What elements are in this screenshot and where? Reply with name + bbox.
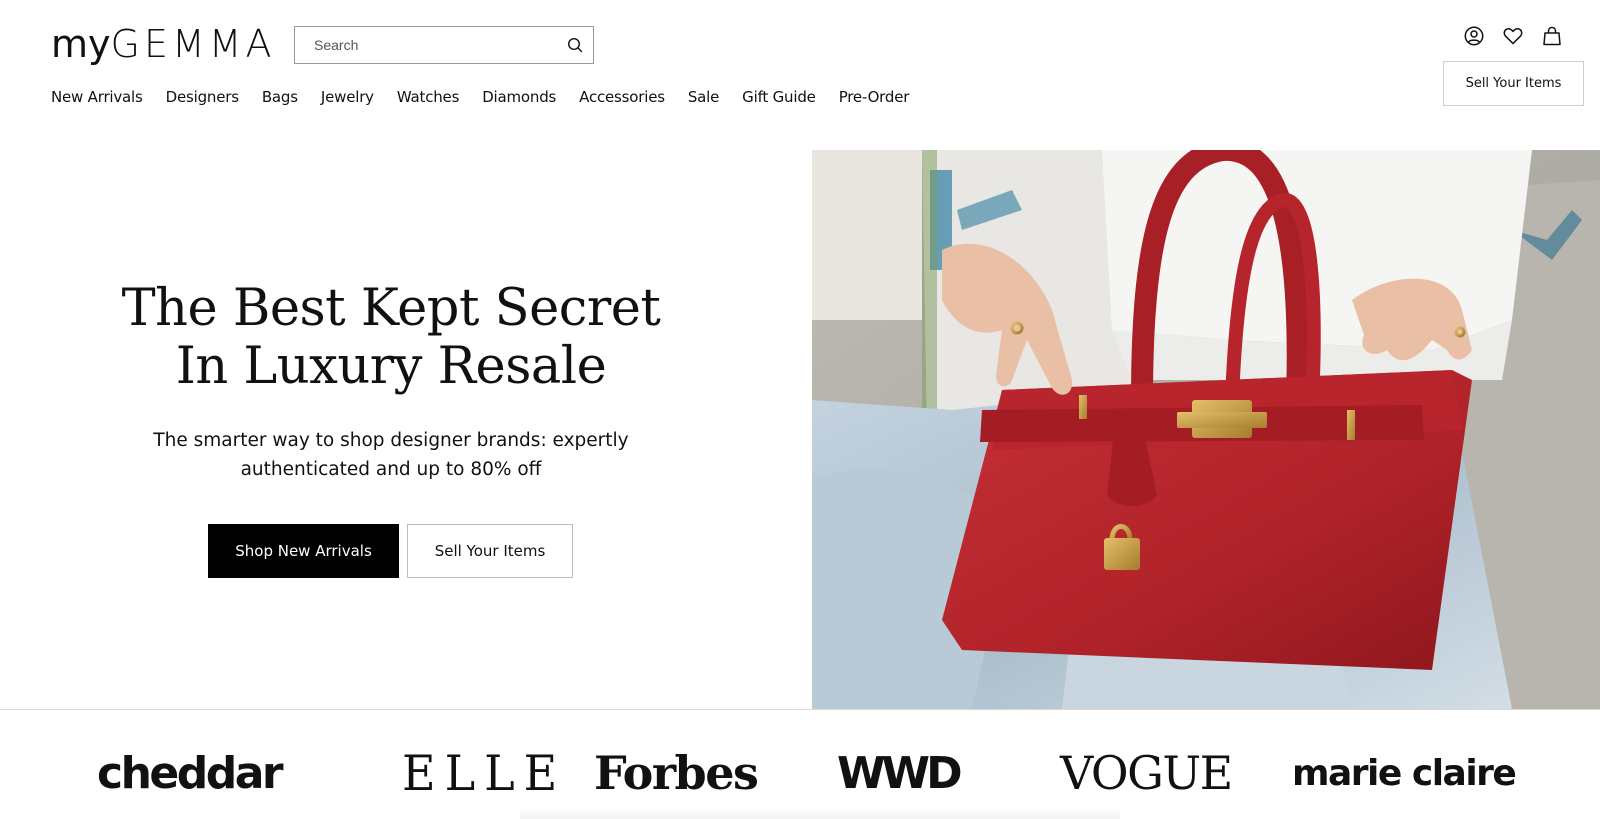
nav-jewelry[interactable]: Jewelry	[321, 88, 374, 106]
nav-accessories[interactable]: Accessories	[579, 88, 665, 106]
main-nav: New Arrivals Designers Bags Jewelry Watc…	[51, 88, 932, 106]
hero-title-line1: The Best Kept Secret	[121, 279, 661, 338]
nav-designers[interactable]: Designers	[166, 88, 239, 106]
nav-sale[interactable]: Sale	[688, 88, 720, 106]
nav-pre-order[interactable]: Pre-Order	[839, 88, 910, 106]
shopping-bag-icon[interactable]	[1542, 26, 1562, 46]
nav-watches[interactable]: Watches	[397, 88, 460, 106]
scroll-fade	[520, 806, 1120, 819]
hero-title: The Best Kept Secret In Luxury Resale	[0, 280, 782, 396]
hero-title-line2: In Luxury Resale	[175, 337, 607, 396]
site-logo[interactable]: myGEMMA	[51, 22, 276, 66]
heart-icon[interactable]	[1503, 26, 1523, 46]
red-handbag-illustration	[812, 150, 1600, 709]
press-divider	[0, 709, 1600, 710]
nav-bags[interactable]: Bags	[262, 88, 298, 106]
shop-new-arrivals-button[interactable]: Shop New Arrivals	[208, 524, 399, 578]
account-icon[interactable]	[1464, 26, 1484, 46]
search-icon[interactable]	[557, 27, 593, 63]
hero-image[interactable]	[812, 150, 1600, 709]
press-logo-wwd: WWD	[837, 747, 963, 799]
press-logo-elle: ELLE	[402, 744, 567, 802]
press-logo-vogue: VOGUE	[1060, 746, 1233, 800]
hero-subtitle: The smarter way to shop designer brands:…	[150, 426, 632, 484]
logo-my: my	[51, 22, 111, 66]
header-sell-button[interactable]: Sell Your Items	[1443, 61, 1584, 106]
press-logos: cheddar ELLE Forbes WWD VOGUE marie clai…	[0, 740, 1600, 806]
hero-subtitle-line2: authenticated and up to 80% off	[240, 459, 542, 480]
press-logo-forbes: Forbes	[594, 746, 759, 800]
nav-new-arrivals[interactable]: New Arrivals	[51, 88, 143, 106]
hero-content: The Best Kept Secret In Luxury Resale Th…	[0, 150, 812, 710]
hero-subtitle-line1: The smarter way to shop designer brands:…	[153, 430, 629, 451]
search-input[interactable]	[295, 27, 557, 63]
press-logo-cheddar: cheddar	[97, 747, 284, 799]
nav-diamonds[interactable]: Diamonds	[482, 88, 556, 106]
header-icons	[1464, 26, 1562, 46]
search-bar	[294, 26, 594, 64]
sell-your-items-button[interactable]: Sell Your Items	[407, 524, 573, 578]
logo-gemma: GEMMA	[110, 22, 276, 66]
nav-gift-guide[interactable]: Gift Guide	[742, 88, 816, 106]
press-logo-marie-claire: marie claire	[1292, 752, 1517, 794]
